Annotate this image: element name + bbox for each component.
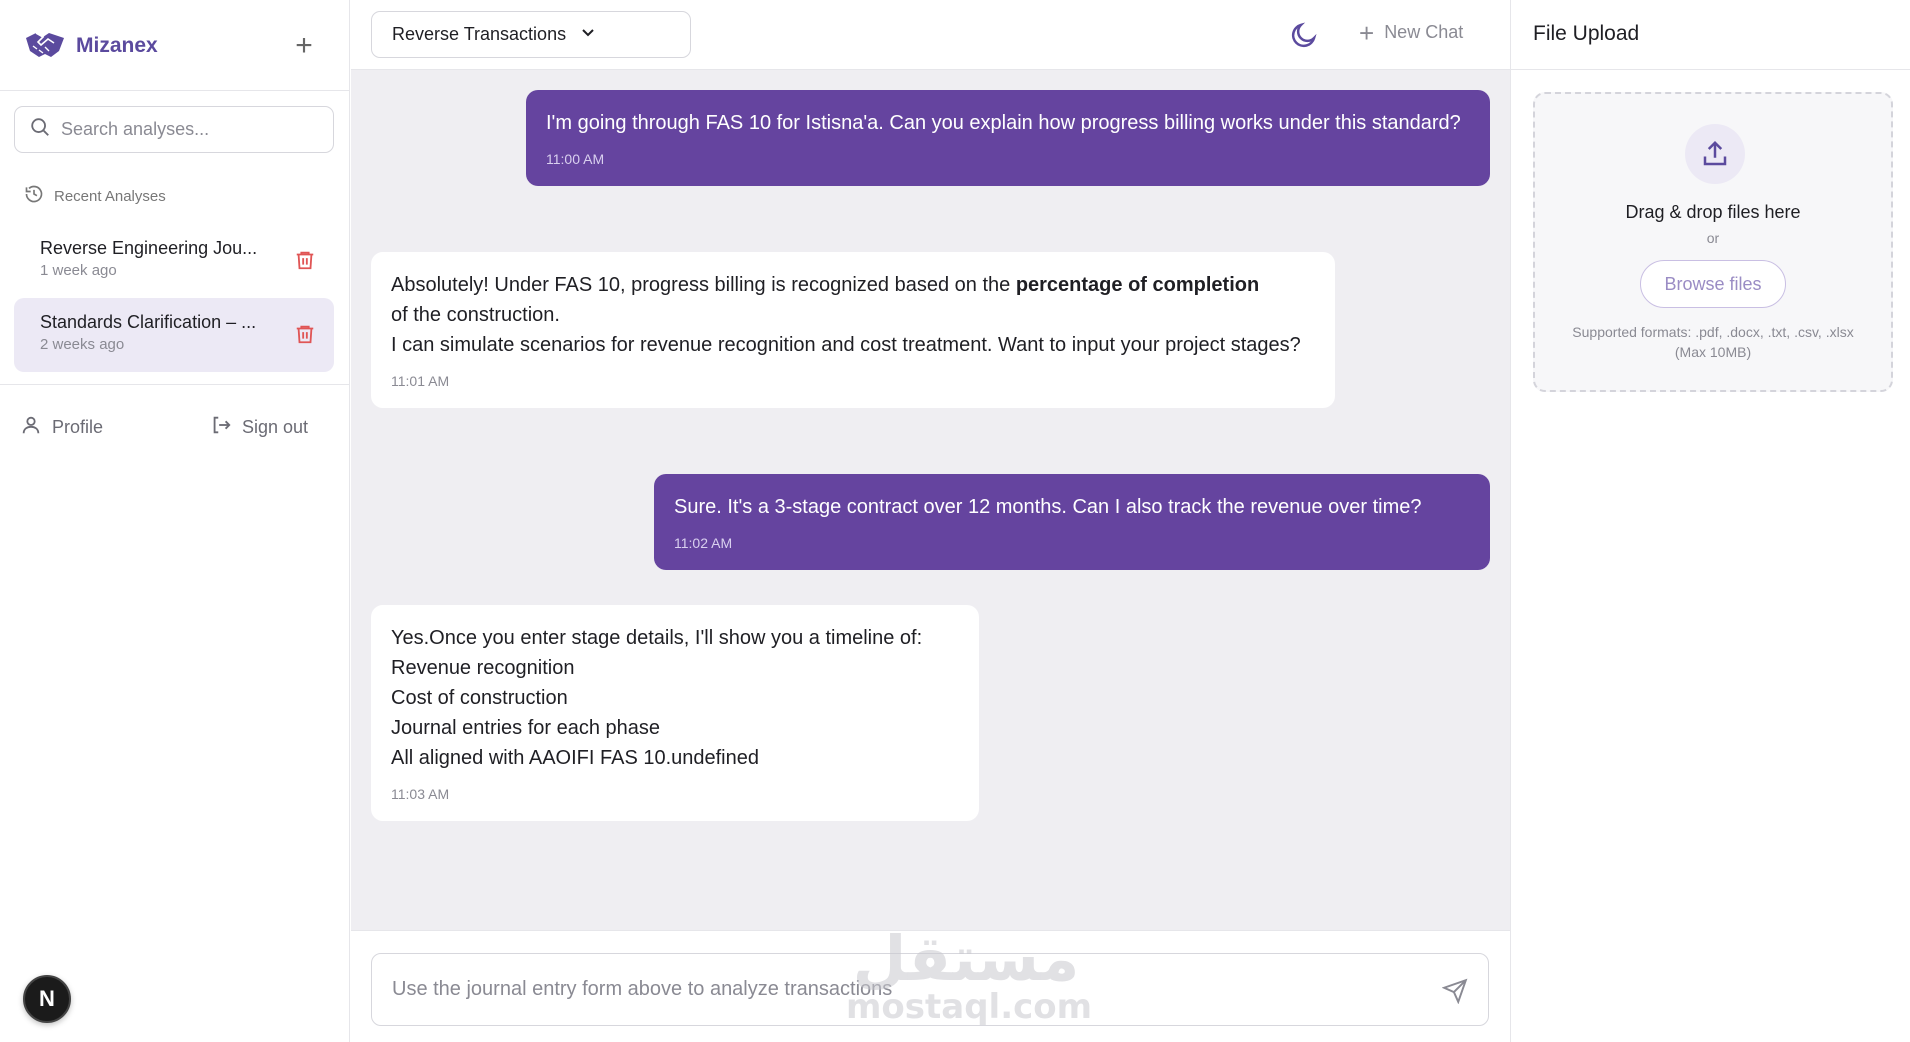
message-text-line: Journal entries for each phase xyxy=(391,717,661,739)
history-icon xyxy=(24,184,54,208)
browse-files-button[interactable]: Browse files xyxy=(1640,260,1786,308)
message-text-line: I can simulate scenarios for revenue rec… xyxy=(391,334,1301,356)
sidebar: Mizanex + Recent Analyses Reverse Engine… xyxy=(0,0,350,1042)
chat-header: Reverse Transactions + New Chat xyxy=(351,0,1510,70)
assistant-message: Yes.Once you enter stage details, I'll s… xyxy=(371,605,979,821)
profile-label: Profile xyxy=(52,417,104,437)
message-text: Sure. It's a 3-stage contract over 12 mo… xyxy=(674,496,1422,518)
mode-select[interactable]: Reverse Transactions xyxy=(371,11,691,58)
new-chat-label: New Chat xyxy=(1384,22,1464,42)
dropzone[interactable]: Drag & drop files here or Browse files S… xyxy=(1533,92,1893,392)
search-icon xyxy=(29,116,51,143)
recent-analyses-header: Recent Analyses xyxy=(24,184,166,208)
supported-formats: Supported formats: .pdf, .docx, .txt, .c… xyxy=(1572,324,1854,360)
plus-icon: + xyxy=(295,29,313,62)
chevron-down-icon xyxy=(566,24,596,45)
trash-icon[interactable] xyxy=(294,322,316,346)
user-message: Sure. It's a 3-stage contract over 12 mo… xyxy=(654,474,1490,570)
message-text-line: All aligned with AAOIFI FAS 10.undefined xyxy=(391,747,759,769)
file-upload-panel: File Upload Drag & drop files here or Br… xyxy=(1510,0,1910,1042)
divider xyxy=(0,90,350,91)
message-time: 11:03 AM xyxy=(391,786,450,802)
message-text: I'm going through FAS 10 for Istisna'a. … xyxy=(546,112,1461,134)
brand-name: Mizanex xyxy=(76,34,158,57)
chat-main: Reverse Transactions + New Chat I'm goin… xyxy=(351,0,1510,1042)
drop-text: Drag & drop files here xyxy=(1625,202,1801,222)
new-chat-button[interactable]: + New Chat xyxy=(1359,17,1464,48)
brand[interactable]: Mizanex xyxy=(24,28,158,64)
history-item-title: Standards Clarification – ... xyxy=(40,312,257,332)
message-text-line: Yes.Once you enter stage details, I'll s… xyxy=(391,627,923,649)
assistant-message: Absolutely! Under FAS 10, progress billi… xyxy=(371,252,1335,408)
history-item-active[interactable]: Standards Clarification – ... 2 weeks ag… xyxy=(14,298,334,372)
message-time: 11:01 AM xyxy=(391,373,450,389)
message-text: Absolutely! Under FAS 10, progress billi… xyxy=(391,270,1315,300)
message-text-line: Revenue recognition xyxy=(391,657,575,679)
divider xyxy=(0,384,350,385)
dev-badge-button[interactable]: N xyxy=(23,975,71,1023)
search-input[interactable] xyxy=(61,119,311,140)
or-text: or xyxy=(1706,230,1720,246)
message-bold-text: percentage of completion xyxy=(1015,274,1260,296)
new-analysis-button[interactable]: + xyxy=(288,30,320,62)
moon-icon[interactable] xyxy=(1289,20,1319,50)
message-text-part: Absolutely! Under FAS 10, progress billi… xyxy=(391,274,1016,296)
user-message: I'm going through FAS 10 for Istisna'a. … xyxy=(526,90,1490,186)
sign-out-label: Sign out xyxy=(242,417,309,437)
upload-header: File Upload xyxy=(1511,0,1910,70)
history-item-time: 2 weeks ago xyxy=(40,336,125,353)
history-item-time: 1 week ago xyxy=(40,262,117,279)
message-text-line: Cost of construction xyxy=(391,687,568,709)
history-item[interactable]: Reverse Engineering Jou... 1 week ago xyxy=(14,224,334,298)
message-time: 11:02 AM xyxy=(674,535,733,551)
user-icon xyxy=(20,414,52,441)
handshake-logo-icon xyxy=(24,29,66,64)
trash-icon[interactable] xyxy=(294,248,316,272)
profile-button[interactable]: Profile xyxy=(20,414,103,441)
composer-area xyxy=(351,930,1510,1042)
message-time: 11:00 AM xyxy=(546,151,605,167)
upload-icon xyxy=(1685,124,1745,184)
composer[interactable] xyxy=(371,953,1489,1026)
mode-select-value: Reverse Transactions xyxy=(392,24,567,44)
sign-out-button[interactable]: Sign out xyxy=(210,414,308,441)
sign-out-icon xyxy=(210,414,242,441)
message-text-line: of the construction. xyxy=(391,304,560,326)
upload-title: File Upload xyxy=(1533,22,1640,45)
message-input[interactable] xyxy=(392,978,1392,1001)
send-icon[interactable] xyxy=(1441,978,1468,1005)
history-item-title: Reverse Engineering Jou... xyxy=(40,238,258,258)
recent-analyses-label: Recent Analyses xyxy=(54,187,166,205)
search-box[interactable] xyxy=(14,106,334,153)
plus-icon: + xyxy=(1359,17,1375,48)
